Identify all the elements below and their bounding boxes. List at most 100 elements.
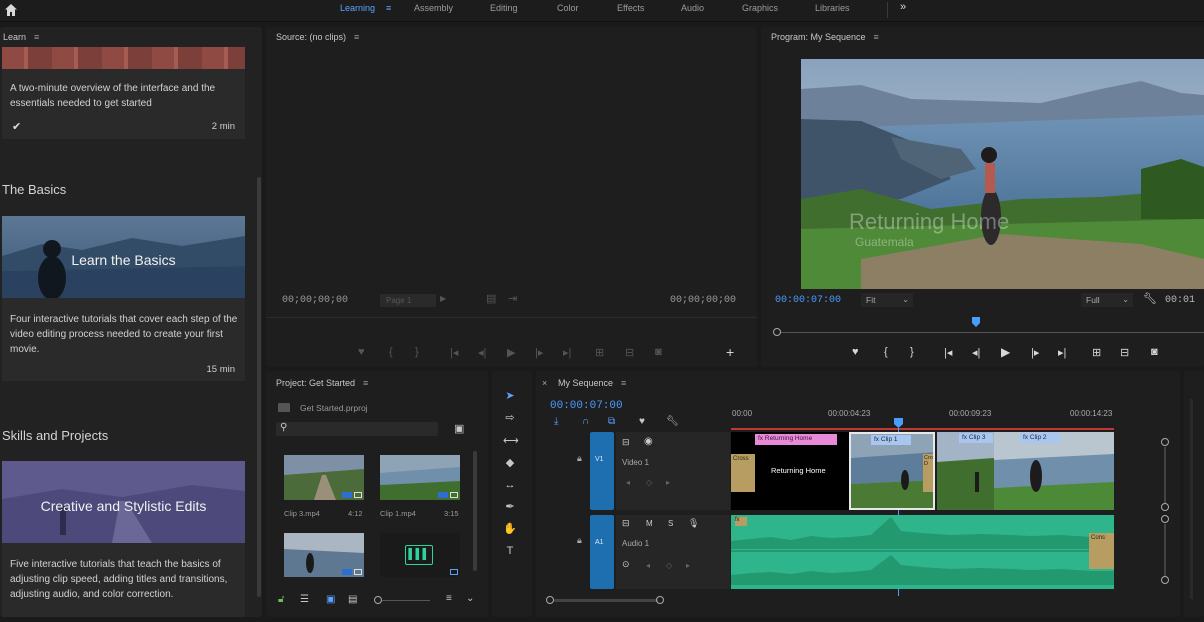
selection-tool-icon[interactable]: ➤	[503, 389, 517, 403]
linked-selection-icon[interactable]: ⧉	[608, 416, 615, 427]
skills-tutorial-card[interactable]: Creative and Stylistic Edits Five intera…	[2, 461, 245, 617]
title-clip[interactable]: fx Returning Home Returning Home Cross	[731, 432, 849, 510]
icon-view-icon[interactable]: ▣	[326, 594, 335, 605]
audio-item-thumbnail[interactable]: ▌▌▌	[380, 533, 460, 577]
program-scrubber-track[interactable]	[775, 332, 1204, 333]
eye-icon[interactable]: ◉	[644, 436, 653, 447]
insert-icon[interactable]: ⊞	[595, 346, 604, 359]
volume-knob-icon[interactable]: ⊙	[622, 559, 630, 570]
mark-out-icon[interactable]: }	[910, 346, 914, 358]
microphone-icon[interactable]: 🎙︎	[688, 518, 699, 529]
intro-tutorial-card[interactable]: A two-minute overview of the interface a…	[2, 47, 245, 139]
project-item-thumbnail[interactable]	[284, 455, 364, 500]
project-item-thumbnail[interactable]	[284, 533, 364, 577]
step-back-icon[interactable]: ◂|	[478, 346, 486, 359]
go-to-in-icon[interactable]: |◂	[944, 346, 952, 359]
panel-menu-icon[interactable]: ≡	[621, 378, 626, 388]
overwrite-icon[interactable]: ⊟	[625, 346, 634, 359]
workspace-menu-icon[interactable]: ≡	[386, 3, 391, 13]
extract-icon[interactable]: ⊟	[1120, 346, 1129, 359]
freeform-view-icon[interactable]: ▤	[348, 594, 357, 605]
camera-icon[interactable]: ◙	[655, 346, 662, 358]
toggle-sync-lock-icon[interactable]: ⊟	[622, 518, 630, 529]
nest-icon[interactable]: ⤓	[554, 416, 558, 427]
workspaces-overflow-button[interactable]: »	[900, 1, 906, 13]
solo-icon[interactable]: S	[668, 519, 673, 528]
slip-tool-icon[interactable]: ↔	[503, 478, 517, 492]
panel-menu-icon[interactable]: ≡	[354, 32, 359, 42]
sequence-tab-label[interactable]: My Sequence	[558, 378, 613, 388]
vertical-zoom-handle[interactable]	[1161, 503, 1169, 511]
panel-menu-icon[interactable]: ≡	[34, 32, 39, 42]
step-back-icon[interactable]: ◂|	[972, 346, 980, 359]
workspace-tab-graphics[interactable]: Graphics	[742, 3, 778, 13]
audio-crossfade-transition[interactable]: Cons	[1089, 533, 1114, 569]
timeline-zoom-end-handle[interactable]	[656, 596, 664, 604]
track-lock-icon[interactable]: 🔒︎	[577, 453, 582, 464]
audio-clip[interactable]: fx Cons	[731, 515, 1114, 589]
add-marker-icon[interactable]: ♥	[639, 416, 645, 427]
timeline-zoom-start-handle[interactable]	[546, 596, 554, 604]
next-keyframe-icon[interactable]: ▸	[666, 478, 670, 487]
vertical-zoom-handle[interactable]	[1161, 515, 1169, 523]
workspace-tab-learning[interactable]: Learning	[340, 3, 375, 13]
zoom-slider-handle[interactable]	[374, 596, 382, 604]
mark-out-icon[interactable]: }	[415, 346, 419, 358]
marker-icon[interactable]: ♥	[358, 346, 365, 358]
vertical-zoom-handle[interactable]	[1161, 438, 1169, 446]
snap-icon[interactable]: ∩	[582, 416, 589, 427]
basics-tutorial-card[interactable]: Learn the Basics Four interactive tutori…	[2, 216, 245, 381]
go-to-in-icon[interactable]: |◂	[450, 346, 458, 359]
track-lock-icon[interactable]: 🔒︎	[577, 535, 582, 546]
camera-icon[interactable]: ◙	[1151, 346, 1158, 358]
list-view-icon[interactable]: ☰	[300, 594, 309, 605]
new-bin-icon[interactable]: ▣	[454, 422, 464, 435]
hand-tool-icon[interactable]: ✋	[503, 522, 517, 536]
go-to-out-icon[interactable]: ▸|	[563, 346, 571, 359]
clip3-video[interactable]: fx Clip 3	[937, 432, 994, 510]
workspace-tab-assembly[interactable]: Assembly	[414, 3, 453, 13]
add-button-icon[interactable]: +	[726, 344, 734, 360]
wrench-icon[interactable]: 🔧︎	[1143, 292, 1157, 305]
lift-icon[interactable]: ⊞	[1092, 346, 1101, 359]
track-select-tool-icon[interactable]: ⇨	[503, 411, 517, 425]
work-area-bar[interactable]	[731, 428, 1114, 430]
toggle-sync-lock-icon[interactable]: ⊟	[622, 437, 630, 448]
project-scrollbar[interactable]	[473, 451, 477, 571]
type-tool-icon[interactable]: T	[503, 544, 517, 558]
v1-source-patch[interactable]: V1	[590, 432, 614, 510]
workspace-tab-editing[interactable]: Editing	[490, 3, 518, 13]
ripple-edit-tool-icon[interactable]: ⟷	[503, 434, 519, 448]
keyframe-icon[interactable]: ◇	[666, 561, 672, 570]
play-icon[interactable]: ▶	[507, 346, 515, 359]
a1-source-patch[interactable]: A1	[590, 515, 614, 589]
mark-in-icon[interactable]: {	[884, 346, 888, 358]
panel-menu-icon[interactable]: ≡	[874, 32, 879, 42]
project-item-thumbnail[interactable]	[380, 455, 460, 500]
prev-keyframe-icon[interactable]: ◂	[646, 561, 650, 570]
mark-in-icon[interactable]: {	[389, 346, 393, 358]
workspace-tab-color[interactable]: Color	[557, 3, 579, 13]
clip1-video[interactable]: fx Clip 1 Cross D	[849, 432, 935, 510]
lock-icon[interactable]: 🔓︎	[278, 594, 284, 605]
learn-scrollbar[interactable]	[257, 177, 261, 597]
fit-icon[interactable]: ⇥	[508, 292, 517, 305]
keyframe-icon[interactable]: ◇	[646, 478, 652, 487]
cross-dissolve-transition[interactable]: Cross	[731, 454, 755, 492]
vertical-zoom-handle[interactable]	[1161, 576, 1169, 584]
workspace-tab-effects[interactable]: Effects	[617, 3, 644, 13]
pen-tool-icon[interactable]: ✒	[503, 500, 517, 514]
resolution-select[interactable]: Full ⌄	[1081, 293, 1133, 307]
next-keyframe-icon[interactable]: ▸	[686, 561, 690, 570]
timeline-horizontal-scrollbar[interactable]	[554, 599, 658, 602]
program-timecode[interactable]: 00:00:07:00	[775, 295, 841, 306]
timeline-vertical-scrollbar[interactable]	[1164, 447, 1166, 503]
clip2-video[interactable]: fx Clip 2	[994, 432, 1114, 510]
timeline-timecode[interactable]: 00:00:07:00	[550, 400, 623, 412]
zoom-level-select[interactable]: Fit ⌄	[861, 293, 913, 307]
source-page-select[interactable]: Page 1	[380, 294, 436, 307]
settings-icon[interactable]: ▤	[486, 292, 496, 305]
panel-menu-icon[interactable]: ≡	[363, 378, 368, 388]
marker-icon[interactable]: ♥	[852, 346, 859, 358]
source-timecode-in[interactable]: 00;00;00;00	[282, 295, 348, 306]
